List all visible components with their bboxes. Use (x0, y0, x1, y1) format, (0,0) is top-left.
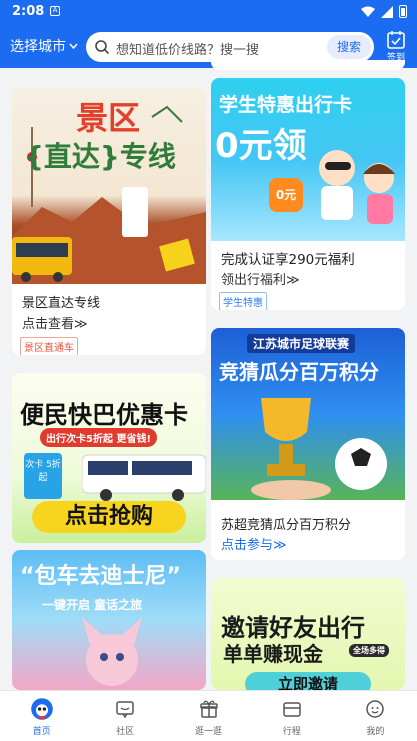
tab-community[interactable]: 社区 (83, 691, 166, 741)
search-placeholder[interactable]: 想知道低价线路？搜一搜 (116, 39, 259, 58)
smiley-face-icon (366, 700, 385, 718)
status-bar: 2:08 A (0, 0, 417, 24)
scenic-banner-line2: {直达}专线 (24, 140, 176, 173)
scenic-route-title: 景区直达专线 (22, 296, 101, 311)
city-selector-label: 选择城市 (10, 39, 66, 55)
feed-card-travel-card[interactable]: 便民快巴优惠卡 出行次卡5折起 更省钱! 次卡 5折起 点击抢购 (12, 373, 206, 543)
students-illustration (319, 150, 395, 224)
tab-mine-label: 我的 (366, 727, 385, 737)
chat-bubble-icon (116, 701, 134, 719)
bus-illustration (82, 454, 206, 501)
student-badge: 0元 (269, 178, 303, 212)
travel-card-buy-button[interactable]: 点击抢购 (32, 501, 186, 533)
student-card-link[interactable]: 领出行福利≫ (221, 269, 300, 288)
battery-icon (399, 5, 407, 18)
invite-banner: 邀请好友出行 单单赚现金 全场多得 立即邀请 (211, 578, 405, 690)
tab-trips[interactable]: 行程 (250, 691, 333, 741)
ticket-icon (283, 702, 301, 717)
wifi-icon (361, 6, 375, 17)
search-button[interactable]: 搜索 (327, 35, 371, 59)
search-icon (95, 40, 110, 55)
gift-box-icon (199, 700, 218, 718)
tab-explore-label: 逛一逛 (195, 727, 223, 737)
calendar-check-icon (387, 31, 405, 49)
disney-banner: “包车去迪士尼” 一键开启 童话之旅 (12, 550, 206, 690)
disney-line2: 一键开启 童话之旅 (42, 598, 143, 612)
trophy-football-illustration (251, 398, 387, 500)
invite-chip: 全场多得 (349, 644, 389, 657)
student-banner-line2: 0元领 (215, 126, 307, 166)
feed-card-invite[interactable]: 邀请好友出行 单单赚现金 全场多得 立即邀请 (211, 578, 405, 690)
travel-card-line2: 出行次卡5折起 更省钱! (40, 428, 157, 447)
student-card-title: 完成认证享290元福利 (221, 252, 355, 268)
tab-home-label: 首页 (32, 727, 51, 737)
football-card-link[interactable]: 点击参与≫ (221, 534, 287, 553)
football-card-title: 苏超竞猜瓜分百万积分 (221, 518, 352, 533)
scenic-banner-line1: 景区 (76, 99, 141, 137)
tab-explore[interactable]: 逛一逛 (167, 691, 250, 741)
home-mascot-icon (30, 698, 53, 720)
feed-card-football[interactable]: 江苏城市足球联赛 竞猜瓜分百万积分 苏超竞猜瓜分百万积分 点击参与≫ (211, 328, 405, 560)
travel-card-line1: 便民快巴优惠卡 (20, 401, 188, 429)
system-indicators (361, 5, 407, 18)
fox-character-illustration (82, 617, 142, 686)
football-banner-line2: 竞猜瓜分百万积分 (219, 360, 379, 384)
student-card-tag: 学生特惠 (219, 292, 267, 310)
football-banner-line1: 江苏城市足球联赛 (247, 334, 356, 353)
tab-community-label: 社区 (116, 727, 135, 737)
feed-card-scenic-route[interactable]: 景区 {直达}专线 景区直达专线 点击查看≫ 景区直通车 (12, 87, 206, 355)
city-selector[interactable]: 选择城市 (10, 36, 78, 56)
scenic-route-tag: 景区直通车 (20, 337, 78, 355)
student-banner: 学生特惠出行卡 0元领 0元 (211, 78, 405, 241)
scenic-route-banner: 景区 {直达}专线 (12, 87, 206, 284)
feed-card-disney[interactable]: “包车去迪士尼” 一键开启 童话之旅 (12, 550, 206, 690)
tab-trips-label: 行程 (282, 727, 301, 737)
feed-card-student[interactable]: 学生特惠出行卡 0元领 0元 完成认证享290元福利 领出行福利≫ 学生特惠 (211, 78, 405, 310)
status-time: 2:08 (12, 4, 45, 19)
chevron-down-icon (69, 43, 78, 49)
tab-mine[interactable]: 我的 (334, 691, 417, 741)
scenic-route-link[interactable]: 点击查看≫ (22, 313, 88, 332)
feed-card-partial[interactable] (211, 60, 405, 70)
top-bar: 2:08 A 选择城市 想知道低价线路？搜一搜 搜索 签到 (0, 0, 417, 68)
search-bar[interactable]: 想知道低价线路？搜一搜 搜索 (86, 32, 374, 62)
bottom-tab-bar: 首页 社区 逛一逛 行程 我的 (0, 690, 417, 741)
header-nav: 选择城市 想知道低价线路？搜一搜 搜索 签到 (0, 28, 417, 64)
travel-card-banner: 便民快巴优惠卡 出行次卡5折起 更省钱! 次卡 5折起 点击抢购 (12, 373, 206, 543)
disney-line1: “包车去迪士尼” (20, 564, 181, 589)
invite-button[interactable]: 立即邀请 (245, 672, 371, 690)
checkin-button[interactable]: 签到 (385, 30, 407, 63)
invite-line2: 单单赚现金 (223, 642, 323, 666)
notification-app-icon: A (50, 6, 60, 16)
student-banner-line1: 学生特惠出行卡 (219, 94, 353, 116)
tab-home[interactable]: 首页 (0, 691, 83, 741)
football-banner: 江苏城市足球联赛 竞猜瓜分百万积分 (211, 328, 405, 500)
travel-card-label: 次卡 5折起 (24, 453, 62, 499)
signal-icon (381, 5, 393, 18)
